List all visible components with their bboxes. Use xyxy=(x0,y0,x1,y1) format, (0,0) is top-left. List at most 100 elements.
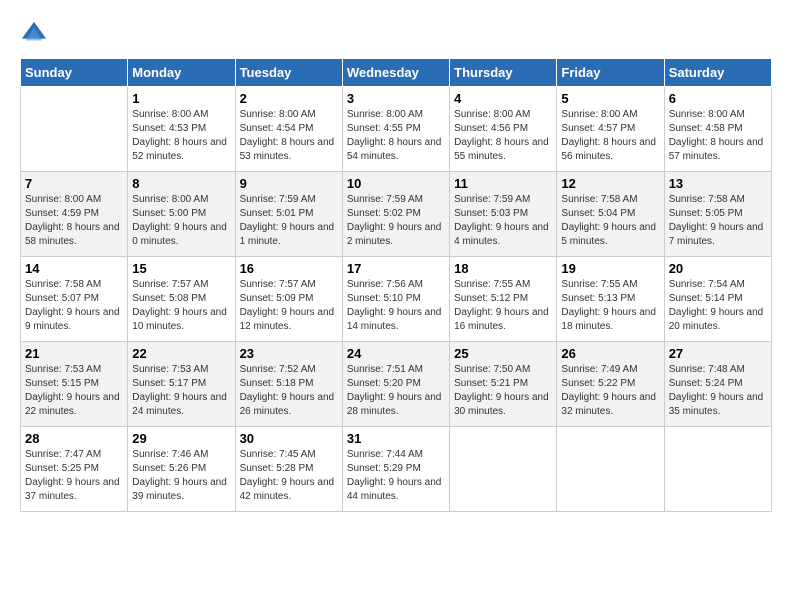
day-of-week-header: Thursday xyxy=(450,59,557,87)
calendar-day-cell: 29Sunrise: 7:46 AMSunset: 5:26 PMDayligh… xyxy=(128,427,235,512)
day-number: 9 xyxy=(240,176,338,191)
day-number: 16 xyxy=(240,261,338,276)
calendar-day-cell: 11Sunrise: 7:59 AMSunset: 5:03 PMDayligh… xyxy=(450,172,557,257)
calendar-day-cell: 20 Sunrise: 7:54 AMSunset: 5:14 PMDayligh… xyxy=(664,257,771,342)
calendar-day-cell: 7 Sunrise: 8:00 AMSunset: 4:59 PMDaylight… xyxy=(21,172,128,257)
day-number: 25 xyxy=(454,346,552,361)
day-of-week-header: Friday xyxy=(557,59,664,87)
day-info: Sunrise: 8:00 AMSunset: 4:59 PMDaylight:… xyxy=(25,193,123,249)
calendar-day-cell: 15 Sunrise: 7:57 AMSunset: 5:08 PMDayligh… xyxy=(128,257,235,342)
day-number: 31 xyxy=(347,431,445,446)
day-info: Sunrise: 8:00 AMSunset: 4:54 PMDaylight:… xyxy=(240,108,338,164)
day-number: 15 xyxy=(132,261,230,276)
day-number: 2 xyxy=(240,91,338,106)
calendar-day-cell: 24Sunrise: 7:51 AMSunset: 5:20 PMDayligh… xyxy=(342,342,449,427)
day-info: Sunrise: 7:58 AMSunset: 5:04 PMDaylight:… xyxy=(561,193,659,249)
day-number: 8 xyxy=(132,176,230,191)
calendar-week-row: 28 Sunrise: 7:47 AMSunset: 5:25 PMDayligh… xyxy=(21,427,772,512)
calendar-day-cell: 23 Sunrise: 7:52 AMSunset: 5:18 PMDayligh… xyxy=(235,342,342,427)
logo xyxy=(20,20,52,48)
day-info: Sunrise: 7:57 AMSunset: 5:08 PMDaylight:… xyxy=(132,278,230,334)
day-info: Sunrise: 7:44 AMSunset: 5:29 PMDaylight:… xyxy=(347,448,445,504)
day-info: Sunrise: 8:00 AMSunset: 4:56 PMDaylight:… xyxy=(454,108,552,164)
day-number: 4 xyxy=(454,91,552,106)
day-number: 24 xyxy=(347,346,445,361)
day-info: Sunrise: 7:59 AMSunset: 5:02 PMDaylight:… xyxy=(347,193,445,249)
day-info: Sunrise: 7:50 AMSunset: 5:21 PMDaylight:… xyxy=(454,363,552,419)
calendar-day-cell: 31 Sunrise: 7:44 AMSunset: 5:29 PMDayligh… xyxy=(342,427,449,512)
day-info: Sunrise: 7:53 AMSunset: 5:15 PMDaylight:… xyxy=(25,363,123,419)
day-number: 20 xyxy=(669,261,767,276)
day-info: Sunrise: 8:00 AMSunset: 4:57 PMDaylight:… xyxy=(561,108,659,164)
day-info: Sunrise: 7:59 AMSunset: 5:03 PMDaylight:… xyxy=(454,193,552,249)
calendar-day-cell: 12 Sunrise: 7:58 AMSunset: 5:04 PMDayligh… xyxy=(557,172,664,257)
day-of-week-header: Wednesday xyxy=(342,59,449,87)
calendar-week-row: 1 Sunrise: 8:00 AMSunset: 4:53 PMDaylight… xyxy=(21,87,772,172)
calendar-day-cell: 18 Sunrise: 7:55 AMSunset: 5:12 PMDayligh… xyxy=(450,257,557,342)
calendar-week-row: 14Sunrise: 7:58 AMSunset: 5:07 PMDayligh… xyxy=(21,257,772,342)
day-number: 12 xyxy=(561,176,659,191)
day-number: 27 xyxy=(669,346,767,361)
calendar-day-cell: 10 Sunrise: 7:59 AMSunset: 5:02 PMDayligh… xyxy=(342,172,449,257)
calendar-day-cell: 26 Sunrise: 7:49 AMSunset: 5:22 PMDayligh… xyxy=(557,342,664,427)
calendar-header-row: SundayMondayTuesdayWednesdayThursdayFrid… xyxy=(21,59,772,87)
calendar-day-cell: 22Sunrise: 7:53 AMSunset: 5:17 PMDayligh… xyxy=(128,342,235,427)
calendar-day-cell: 17Sunrise: 7:56 AMSunset: 5:10 PMDayligh… xyxy=(342,257,449,342)
day-info: Sunrise: 7:55 AMSunset: 5:13 PMDaylight:… xyxy=(561,278,659,334)
calendar-day-cell: 25 Sunrise: 7:50 AMSunset: 5:21 PMDayligh… xyxy=(450,342,557,427)
calendar-day-cell xyxy=(450,427,557,512)
day-number: 5 xyxy=(561,91,659,106)
day-number: 29 xyxy=(132,431,230,446)
day-info: Sunrise: 7:49 AMSunset: 5:22 PMDaylight:… xyxy=(561,363,659,419)
day-info: Sunrise: 8:00 AMSunset: 4:53 PMDaylight:… xyxy=(132,108,230,164)
day-info: Sunrise: 7:55 AMSunset: 5:12 PMDaylight:… xyxy=(454,278,552,334)
day-info: Sunrise: 7:45 AMSunset: 5:28 PMDaylight:… xyxy=(240,448,338,504)
day-info: Sunrise: 7:56 AMSunset: 5:10 PMDaylight:… xyxy=(347,278,445,334)
day-number: 6 xyxy=(669,91,767,106)
day-info: Sunrise: 7:59 AMSunset: 5:01 PMDaylight:… xyxy=(240,193,338,249)
day-info: Sunrise: 7:58 AMSunset: 5:07 PMDaylight:… xyxy=(25,278,123,334)
day-number: 7 xyxy=(25,176,123,191)
day-info: Sunrise: 8:00 AMSunset: 4:58 PMDaylight:… xyxy=(669,108,767,164)
calendar-week-row: 7 Sunrise: 8:00 AMSunset: 4:59 PMDaylight… xyxy=(21,172,772,257)
calendar-day-cell: 16Sunrise: 7:57 AMSunset: 5:09 PMDayligh… xyxy=(235,257,342,342)
calendar-table: SundayMondayTuesdayWednesdayThursdayFrid… xyxy=(20,58,772,512)
day-info: Sunrise: 7:48 AMSunset: 5:24 PMDaylight:… xyxy=(669,363,767,419)
day-number: 13 xyxy=(669,176,767,191)
calendar-day-cell: 8 Sunrise: 8:00 AMSunset: 5:00 PMDaylight… xyxy=(128,172,235,257)
calendar-day-cell: 1 Sunrise: 8:00 AMSunset: 4:53 PMDaylight… xyxy=(128,87,235,172)
day-number: 19 xyxy=(561,261,659,276)
calendar-day-cell: 13 Sunrise: 7:58 AMSunset: 5:05 PMDayligh… xyxy=(664,172,771,257)
day-number: 3 xyxy=(347,91,445,106)
day-info: Sunrise: 7:58 AMSunset: 5:05 PMDaylight:… xyxy=(669,193,767,249)
calendar-day-cell xyxy=(21,87,128,172)
day-number: 23 xyxy=(240,346,338,361)
day-number: 18 xyxy=(454,261,552,276)
day-of-week-header: Saturday xyxy=(664,59,771,87)
calendar-day-cell xyxy=(557,427,664,512)
day-number: 1 xyxy=(132,91,230,106)
calendar-day-cell: 28 Sunrise: 7:47 AMSunset: 5:25 PMDayligh… xyxy=(21,427,128,512)
day-number: 28 xyxy=(25,431,123,446)
calendar-day-cell: 9 Sunrise: 7:59 AMSunset: 5:01 PMDaylight… xyxy=(235,172,342,257)
day-info: Sunrise: 7:47 AMSunset: 5:25 PMDaylight:… xyxy=(25,448,123,504)
calendar-day-cell: 3 Sunrise: 8:00 AMSunset: 4:55 PMDaylight… xyxy=(342,87,449,172)
day-info: Sunrise: 8:00 AMSunset: 4:55 PMDaylight:… xyxy=(347,108,445,164)
day-info: Sunrise: 8:00 AMSunset: 5:00 PMDaylight:… xyxy=(132,193,230,249)
header xyxy=(20,20,772,48)
calendar-day-cell: 2 Sunrise: 8:00 AMSunset: 4:54 PMDaylight… xyxy=(235,87,342,172)
calendar-day-cell: 6 Sunrise: 8:00 AMSunset: 4:58 PMDaylight… xyxy=(664,87,771,172)
calendar-day-cell: 27 Sunrise: 7:48 AMSunset: 5:24 PMDayligh… xyxy=(664,342,771,427)
day-info: Sunrise: 7:52 AMSunset: 5:18 PMDaylight:… xyxy=(240,363,338,419)
day-number: 10 xyxy=(347,176,445,191)
day-number: 21 xyxy=(25,346,123,361)
day-of-week-header: Tuesday xyxy=(235,59,342,87)
calendar-day-cell: 14Sunrise: 7:58 AMSunset: 5:07 PMDayligh… xyxy=(21,257,128,342)
day-info: Sunrise: 7:53 AMSunset: 5:17 PMDaylight:… xyxy=(132,363,230,419)
calendar-day-cell: 19 Sunrise: 7:55 AMSunset: 5:13 PMDayligh… xyxy=(557,257,664,342)
calendar-day-cell: 21 Sunrise: 7:53 AMSunset: 5:15 PMDayligh… xyxy=(21,342,128,427)
calendar-day-cell: 30Sunrise: 7:45 AMSunset: 5:28 PMDayligh… xyxy=(235,427,342,512)
calendar-day-cell: 4 Sunrise: 8:00 AMSunset: 4:56 PMDaylight… xyxy=(450,87,557,172)
day-info: Sunrise: 7:54 AMSunset: 5:14 PMDaylight:… xyxy=(669,278,767,334)
day-number: 26 xyxy=(561,346,659,361)
